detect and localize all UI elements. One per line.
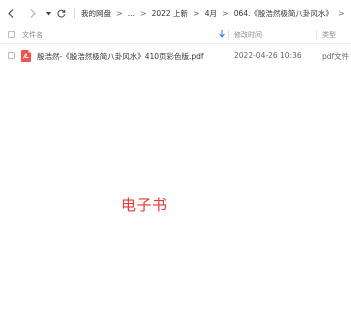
file-modified: 2022-04-26 10:36: [234, 51, 302, 60]
column-divider: [316, 30, 317, 40]
breadcrumb-item-2022[interactable]: 2022 上新: [152, 8, 188, 19]
file-name[interactable]: 殷浩然-《殷浩然极简八卦风水》410页彩色版.pdf: [37, 51, 204, 62]
column-type-header[interactable]: 类型: [322, 30, 336, 40]
refresh-icon[interactable]: [56, 4, 67, 24]
breadcrumb-separator: >: [337, 9, 345, 18]
pdf-file-icon: [21, 50, 31, 62]
breadcrumb-item-root[interactable]: 我的网盘: [81, 8, 111, 19]
breadcrumb-separator: >: [116, 9, 123, 18]
breadcrumb-item-current-folder[interactable]: 064.《殷浩然极简八卦风水》: [234, 8, 333, 19]
breadcrumb-item-ellipsis[interactable]: ...: [128, 9, 135, 18]
file-row[interactable]: 殷浩然-《殷浩然极简八卦风水》410页彩色版.pdf 2022-04-26 10…: [0, 47, 351, 65]
breadcrumb-separator: >: [222, 9, 229, 18]
breadcrumb-separator: >: [139, 9, 147, 18]
toolbar: 我的网盘 > ... > 2022 上新 > 4月 > 064.《殷浩然极简八卦…: [0, 0, 351, 27]
column-modified-header[interactable]: 修改时间: [234, 30, 262, 40]
toolbar-divider: [74, 8, 75, 19]
column-divider: [228, 30, 229, 40]
breadcrumb: 我的网盘 > ... > 2022 上新 > 4月 > 064.《殷浩然极简八卦…: [81, 8, 350, 19]
column-header: 文件名 修改时间 类型: [0, 27, 351, 44]
caret-down-icon[interactable]: [44, 4, 52, 24]
row-checkbox[interactable]: [8, 52, 15, 59]
chevron-left-icon[interactable]: [6, 4, 16, 24]
breadcrumb-separator: >: [193, 9, 200, 18]
breadcrumb-item-april[interactable]: 4月: [205, 8, 217, 19]
ebook-label: 电子书: [121, 196, 168, 214]
chevron-right-icon[interactable]: [28, 4, 38, 24]
arrow-down-icon[interactable]: [219, 30, 225, 40]
select-all-checkbox[interactable]: [8, 31, 15, 38]
file-type: pdf文件: [322, 52, 350, 61]
column-name-header[interactable]: 文件名: [22, 30, 43, 40]
